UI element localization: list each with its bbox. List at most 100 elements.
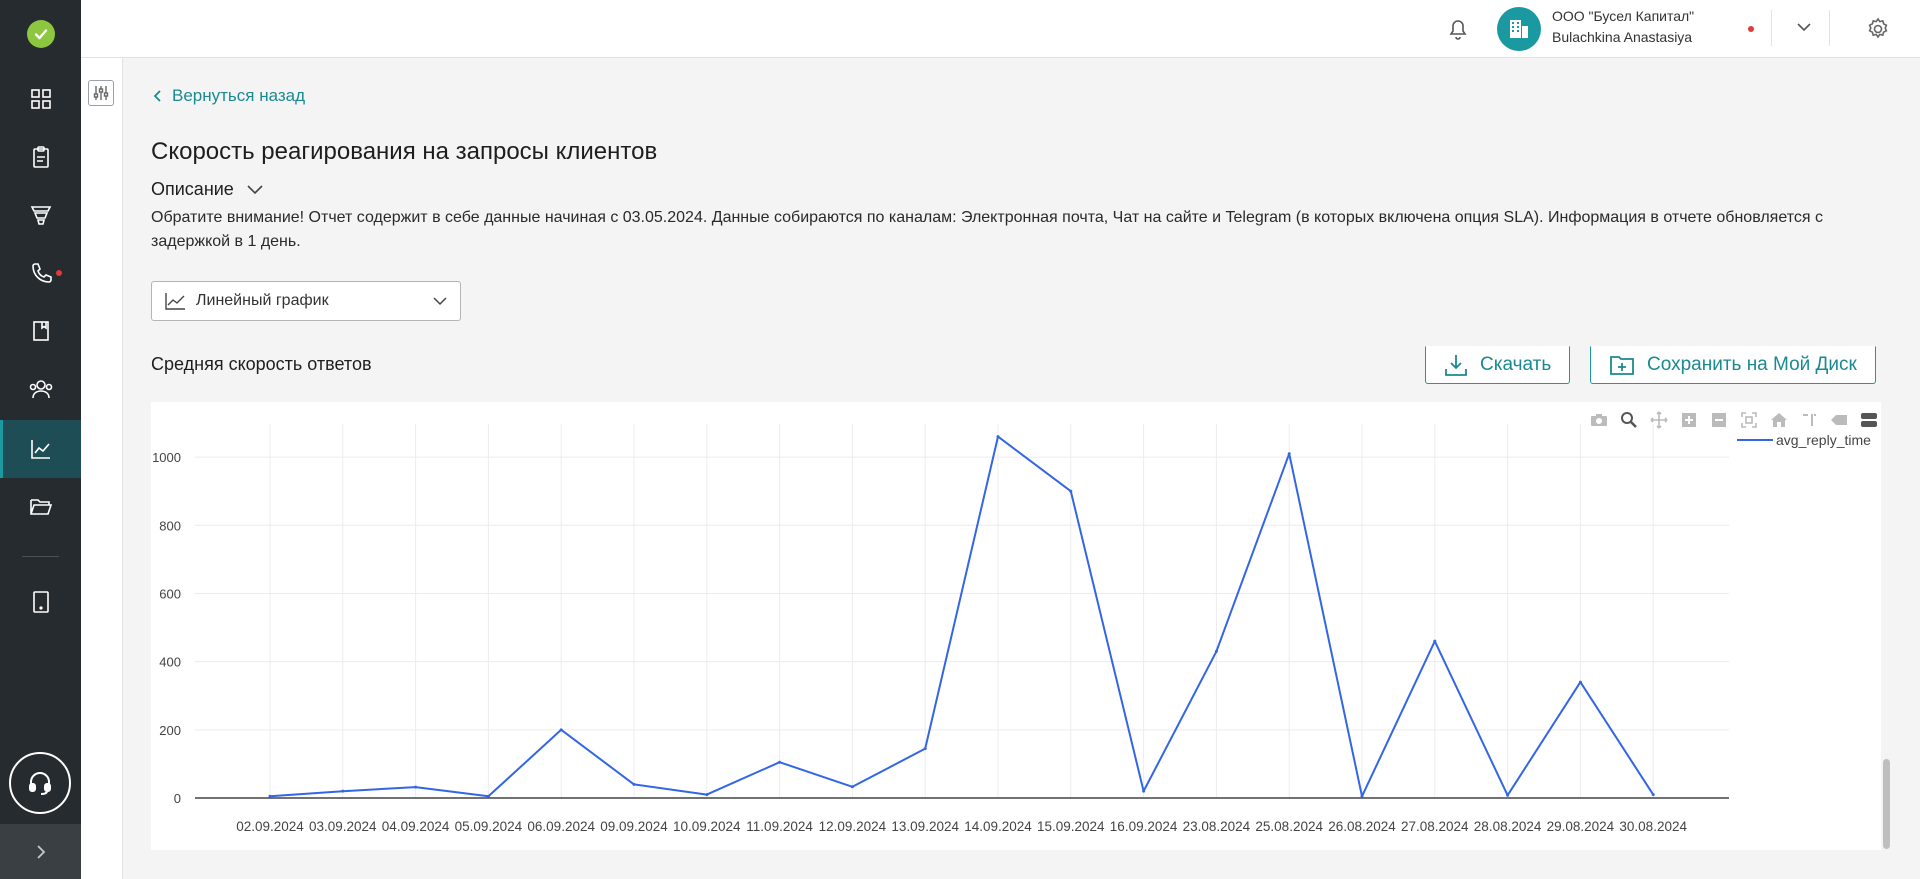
chevron-right-icon bbox=[36, 844, 45, 859]
x-tick-label: 30.08.2024 bbox=[1619, 819, 1687, 834]
headset-icon bbox=[29, 772, 51, 795]
page-scrollbar-thumb[interactable] bbox=[1883, 759, 1890, 849]
folder-plus-icon bbox=[1610, 356, 1634, 375]
building-icon bbox=[1510, 20, 1528, 38]
sidebar bbox=[0, 0, 81, 879]
funnel-icon bbox=[30, 206, 51, 225]
sidebar-item-device[interactable] bbox=[0, 573, 81, 631]
data-point bbox=[996, 435, 1000, 439]
sliders-icon bbox=[93, 86, 109, 100]
company-name: ООО "Бусел Капитал" bbox=[1552, 8, 1695, 24]
data-point bbox=[1287, 452, 1291, 456]
folder-icon bbox=[29, 499, 52, 515]
data-point bbox=[632, 782, 636, 786]
header-divider bbox=[1829, 10, 1830, 46]
sidebar-item-dashboard[interactable] bbox=[0, 70, 81, 128]
check-logo-icon bbox=[26, 20, 55, 48]
x-tick-label: 28.08.2024 bbox=[1474, 819, 1542, 834]
line-chart: 0 200 400 600 800 1000 02.09.2024 03.09.2024 04.… bbox=[152, 424, 1871, 834]
x-tick-label: 10.09.2024 bbox=[673, 819, 741, 834]
settings-button[interactable] bbox=[1862, 13, 1894, 45]
chevron-down-icon[interactable] bbox=[1795, 18, 1813, 36]
sidebar-expand-button[interactable] bbox=[0, 824, 81, 879]
x-tick-label: 03.09.2024 bbox=[309, 819, 377, 834]
filter-strip bbox=[81, 58, 123, 879]
data-point bbox=[1578, 680, 1582, 684]
line-chart-icon bbox=[165, 293, 185, 310]
data-point bbox=[414, 785, 418, 789]
gear-icon bbox=[1868, 17, 1888, 39]
sidebar-item-files[interactable] bbox=[0, 478, 81, 536]
download-button[interactable]: Скачать bbox=[1425, 346, 1571, 384]
legend-label: avg_reply_time bbox=[1776, 432, 1871, 448]
data-point bbox=[1651, 793, 1655, 797]
description-toggle[interactable]: Описание bbox=[151, 179, 264, 200]
description-text: Обратите внимание! Отчет содержит в себе… bbox=[151, 209, 1823, 250]
data-point bbox=[850, 785, 854, 789]
sidebar-item-analytics[interactable] bbox=[0, 420, 81, 478]
download-label: Скачать bbox=[1480, 354, 1552, 375]
users-icon bbox=[29, 380, 52, 399]
x-tick-label: 25.08.2024 bbox=[1255, 819, 1323, 834]
app-logo[interactable] bbox=[0, 14, 81, 54]
phone-icon bbox=[31, 263, 52, 283]
chart-type-select[interactable]: Линейный график bbox=[151, 281, 461, 321]
chevron-left-icon bbox=[153, 90, 161, 102]
chart-type-value: Линейный график bbox=[196, 292, 329, 309]
x-tick-label: 27.08.2024 bbox=[1401, 819, 1469, 834]
data-point bbox=[341, 789, 345, 793]
page-title: Скорость реагирования на запросы клиенто… bbox=[151, 138, 658, 165]
x-tick-label: 23.08.2024 bbox=[1183, 819, 1251, 834]
account-info[interactable]: ООО "Бусел Капитал" Bulachkina Anastasiy… bbox=[1552, 6, 1694, 48]
sidebar-item-funnel[interactable] bbox=[0, 186, 81, 244]
back-link[interactable]: Вернуться назад bbox=[152, 86, 305, 106]
filter-toggle-button[interactable] bbox=[88, 80, 114, 106]
x-tick-label: 29.08.2024 bbox=[1547, 819, 1615, 834]
save-to-disk-label: Сохранить на Мой Диск bbox=[1647, 354, 1857, 375]
sidebar-item-calls[interactable] bbox=[0, 244, 81, 302]
sidebar-divider bbox=[22, 556, 59, 557]
x-tick-label: 15.09.2024 bbox=[1037, 819, 1105, 834]
data-point bbox=[778, 760, 782, 764]
top-header: ООО "Бусел Капитал" Bulachkina Anastasiy… bbox=[81, 0, 1920, 58]
download-icon bbox=[1445, 355, 1467, 376]
y-tick-label: 800 bbox=[159, 518, 181, 533]
notifications-button[interactable] bbox=[1443, 14, 1473, 44]
y-tick-label: 600 bbox=[159, 586, 181, 601]
calls-badge bbox=[56, 270, 62, 276]
data-point bbox=[705, 793, 709, 797]
save-to-disk-button[interactable]: Сохранить на Мой Диск bbox=[1590, 346, 1876, 384]
chevron-down-icon bbox=[433, 297, 447, 306]
x-tick-label: 16.09.2024 bbox=[1110, 819, 1178, 834]
data-point bbox=[486, 794, 490, 798]
company-avatar[interactable] bbox=[1497, 7, 1541, 51]
x-tick-label: 02.09.2024 bbox=[236, 819, 304, 834]
data-point bbox=[1360, 794, 1364, 798]
y-tick-label: 0 bbox=[174, 791, 181, 806]
x-tick-label: 06.09.2024 bbox=[527, 819, 595, 834]
book-icon bbox=[32, 321, 49, 341]
sidebar-item-documents[interactable] bbox=[0, 128, 81, 186]
support-button[interactable] bbox=[9, 752, 71, 814]
data-point bbox=[1069, 489, 1073, 493]
data-point bbox=[1506, 793, 1510, 797]
sidebar-item-contacts[interactable] bbox=[0, 360, 81, 418]
chevron-down-icon bbox=[247, 184, 263, 194]
y-tick-label: 200 bbox=[159, 723, 181, 738]
data-point bbox=[1214, 649, 1218, 653]
data-point bbox=[1433, 639, 1437, 643]
sidebar-item-book[interactable] bbox=[0, 302, 81, 360]
grid-icon bbox=[30, 89, 51, 109]
header-divider bbox=[1771, 10, 1772, 46]
x-tick-label: 26.08.2024 bbox=[1328, 819, 1396, 834]
clipboard-icon bbox=[32, 146, 49, 168]
chart-line-icon bbox=[30, 440, 50, 459]
data-point bbox=[559, 728, 563, 732]
y-tick-label: 1000 bbox=[152, 450, 181, 465]
x-tick-label: 14.09.2024 bbox=[964, 819, 1032, 834]
data-point bbox=[268, 794, 272, 798]
x-tick-label: 04.09.2024 bbox=[382, 819, 450, 834]
account-status-dot bbox=[1748, 26, 1754, 32]
data-point bbox=[923, 747, 927, 751]
chart-section-title: Средняя скорость ответов bbox=[151, 354, 372, 374]
